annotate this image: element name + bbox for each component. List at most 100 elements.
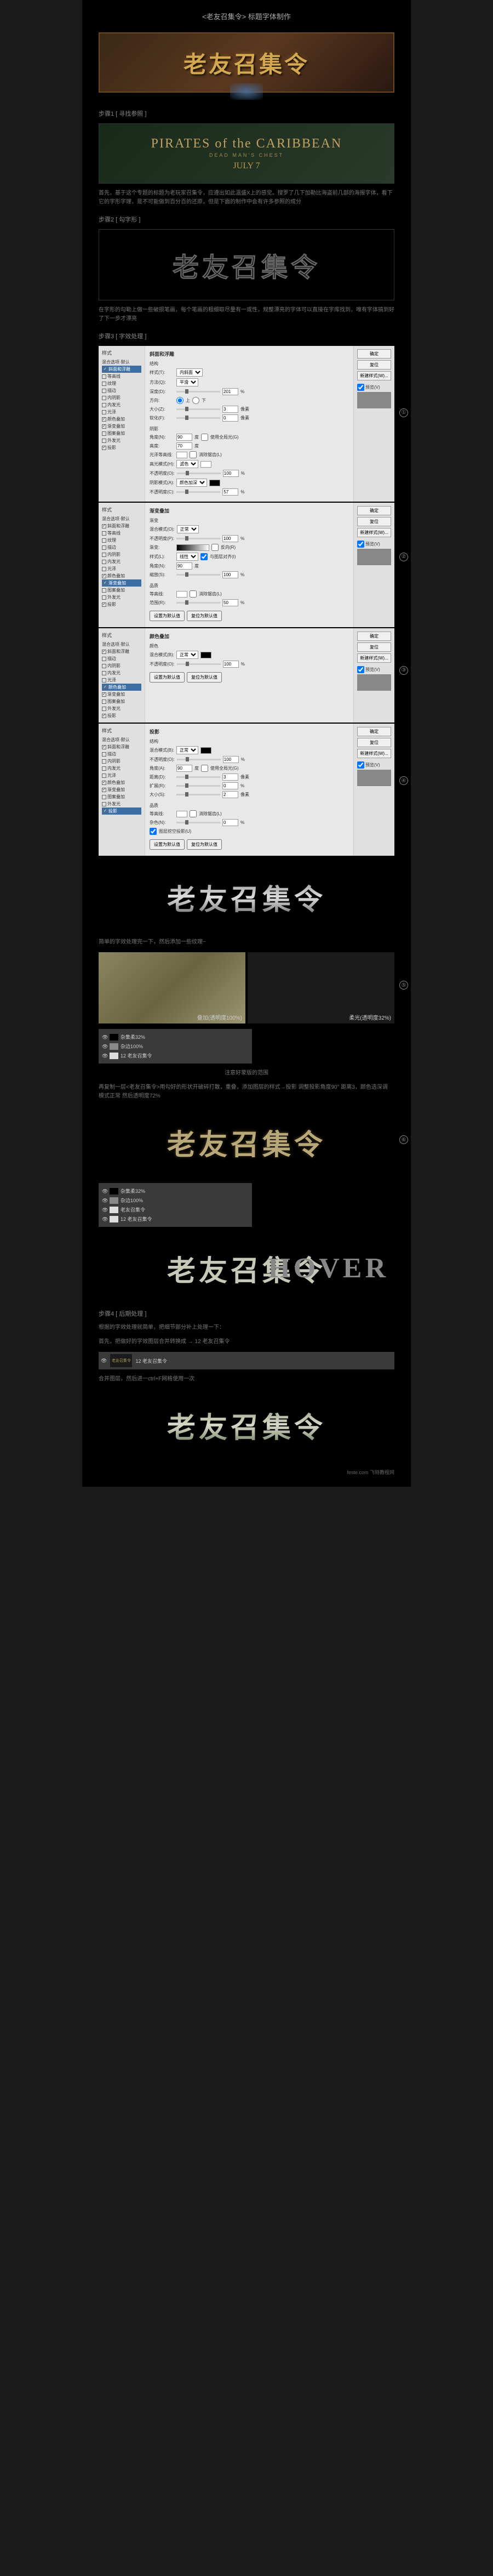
preview-check[interactable]: [357, 666, 364, 673]
dir-up-radio[interactable]: [176, 397, 184, 404]
global-light-check[interactable]: [201, 434, 208, 441]
checkbox-icon[interactable]: [102, 657, 106, 661]
cancel-button[interactable]: 复位: [357, 738, 391, 747]
side-item[interactable]: 内阴影: [102, 394, 141, 401]
reset-button[interactable]: 复位为默认值: [187, 611, 222, 621]
checkbox-icon[interactable]: [102, 410, 106, 414]
visibility-icon[interactable]: 👁: [102, 1189, 107, 1194]
checkbox-icon[interactable]: [102, 446, 106, 450]
side-item-selected[interactable]: 渐变叠加: [102, 579, 141, 587]
blend-select[interactable]: 正常: [177, 525, 199, 533]
side-item[interactable]: 内阴影: [102, 758, 141, 765]
checkbox-icon[interactable]: [102, 396, 106, 400]
contour-swatch[interactable]: [176, 452, 187, 458]
checkbox-icon[interactable]: [102, 671, 106, 675]
side-item[interactable]: 外发光: [102, 800, 141, 808]
sh-select[interactable]: 颜色加深: [176, 479, 207, 487]
side-item[interactable]: 描边: [102, 544, 141, 551]
side-item[interactable]: 混合选项·默认: [102, 641, 141, 648]
checkbox-icon[interactable]: [103, 685, 107, 690]
op-slider[interactable]: [177, 759, 221, 760]
side-item[interactable]: 图案叠加: [102, 793, 141, 800]
color-swatch[interactable]: [200, 652, 211, 658]
size-slider[interactable]: [176, 794, 220, 795]
checkbox-icon[interactable]: [102, 714, 106, 718]
side-item[interactable]: 投影: [102, 712, 141, 719]
preview-check[interactable]: [357, 541, 364, 548]
op-slider[interactable]: [177, 663, 221, 665]
side-item[interactable]: 混合选项·默认: [102, 515, 141, 522]
cancel-button[interactable]: 复位: [357, 360, 391, 369]
side-item[interactable]: 颜色叠加: [102, 572, 141, 579]
layer-row[interactable]: 👁杂集柔32%: [102, 1186, 249, 1196]
visibility-icon[interactable]: 👁: [101, 1358, 107, 1364]
visibility-icon[interactable]: 👁: [102, 1207, 107, 1213]
preview-check[interactable]: [357, 384, 364, 391]
new-style-button[interactable]: 新建样式(W)...: [357, 371, 391, 380]
checkbox-icon[interactable]: [103, 581, 107, 585]
checkbox-icon[interactable]: [102, 524, 106, 528]
checkbox-icon[interactable]: [102, 567, 106, 571]
side-item[interactable]: 内阴影: [102, 662, 141, 669]
side-item[interactable]: 外发光: [102, 705, 141, 712]
side-item[interactable]: 外发光: [102, 594, 141, 601]
side-item[interactable]: 等高线: [102, 373, 141, 380]
layer-row[interactable]: 👁老友召集令: [102, 1205, 249, 1214]
size-slider[interactable]: [176, 408, 220, 410]
gradient-swatch[interactable]: [176, 544, 209, 551]
contour-swatch[interactable]: [176, 591, 187, 598]
checkbox-icon[interactable]: [102, 745, 106, 749]
side-item[interactable]: 外发光: [102, 437, 141, 444]
noise-input[interactable]: [222, 819, 238, 826]
soft-input[interactable]: [222, 414, 238, 422]
side-item[interactable]: 图案叠加: [102, 587, 141, 594]
antialias-check[interactable]: [190, 590, 197, 598]
checkbox-icon[interactable]: [102, 707, 106, 711]
side-item[interactable]: 混合选项·默认: [102, 736, 141, 743]
side-item[interactable]: 光泽: [102, 676, 141, 684]
preview-check[interactable]: [357, 761, 364, 769]
side-item[interactable]: 投影: [102, 444, 141, 451]
side-item[interactable]: 内阴影: [102, 551, 141, 558]
knockout-check[interactable]: [150, 828, 157, 835]
checkbox-icon[interactable]: [102, 403, 106, 407]
checkbox-icon[interactable]: [102, 664, 106, 668]
range-slider[interactable]: [176, 602, 220, 604]
side-item[interactable]: 渐变叠加: [102, 691, 141, 698]
checkbox-icon[interactable]: [102, 382, 106, 386]
checkbox-icon[interactable]: [103, 809, 107, 814]
checkbox-icon[interactable]: [102, 560, 106, 564]
checkbox-icon[interactable]: [102, 788, 106, 792]
hl-op-input[interactable]: [223, 470, 239, 477]
style-select[interactable]: 内斜面: [176, 368, 203, 377]
checkbox-icon[interactable]: [102, 759, 106, 764]
range-input[interactable]: [222, 599, 238, 606]
checkbox-icon[interactable]: [102, 574, 106, 578]
side-item[interactable]: 斜面和浮雕: [102, 522, 141, 530]
visibility-icon[interactable]: 👁: [102, 1053, 107, 1059]
dir-down-radio[interactable]: [192, 397, 199, 404]
default-button[interactable]: 设置为默认值: [150, 611, 185, 621]
checkbox-icon[interactable]: [102, 439, 106, 443]
checkbox-icon[interactable]: [102, 538, 106, 543]
side-item-selected[interactable]: 颜色叠加: [102, 684, 141, 691]
layer-row[interactable]: 👁12 老友召集令: [102, 1214, 249, 1224]
angle-input[interactable]: [176, 434, 192, 441]
side-item[interactable]: 内发光: [102, 765, 141, 772]
op-slider[interactable]: [176, 538, 220, 539]
style-select[interactable]: 线性: [176, 553, 198, 561]
checkbox-icon[interactable]: [102, 553, 106, 557]
side-item[interactable]: 渐变叠加: [102, 423, 141, 430]
new-style-button[interactable]: 新建样式(W)...: [357, 528, 391, 537]
side-item[interactable]: 斜面和浮雕: [102, 648, 141, 655]
checkbox-icon[interactable]: [102, 795, 106, 799]
side-item[interactable]: 描边: [102, 387, 141, 394]
visibility-icon[interactable]: 👁: [102, 1198, 107, 1203]
side-item[interactable]: 颜色叠加: [102, 779, 141, 786]
checkbox-icon[interactable]: [102, 700, 106, 704]
new-style-button[interactable]: 新建样式(W)...: [357, 653, 391, 663]
side-item[interactable]: 图案叠加: [102, 698, 141, 705]
sh-op-input[interactable]: [222, 488, 238, 496]
color-swatch[interactable]: [209, 480, 220, 486]
reverse-check[interactable]: [211, 544, 219, 551]
